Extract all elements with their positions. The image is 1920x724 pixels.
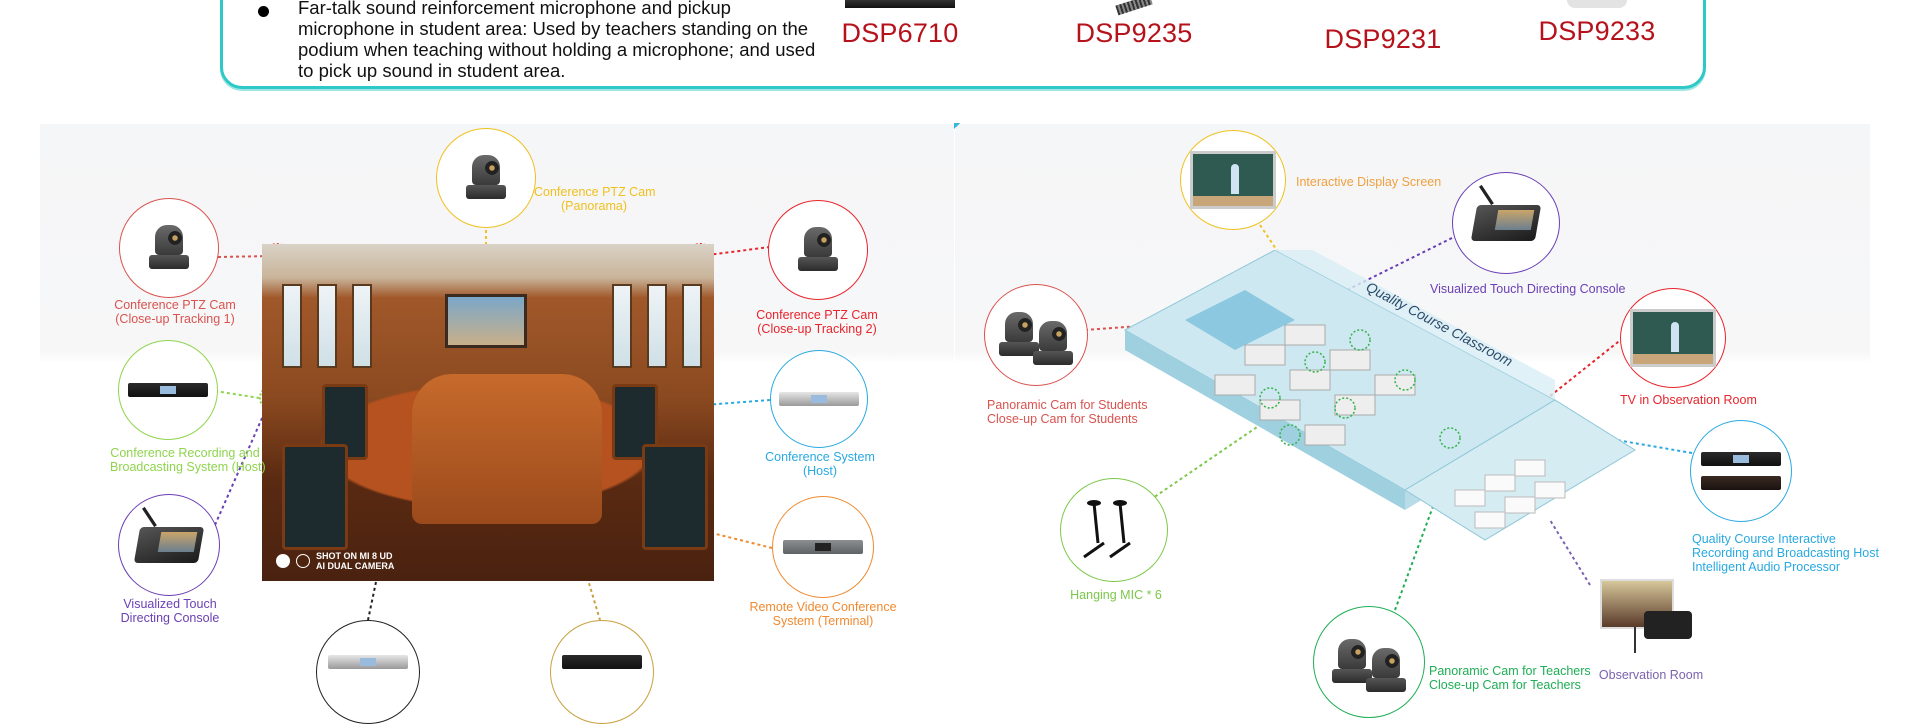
recording-host-label: Conference Recording and Broadcasting Sys… [110, 446, 266, 474]
ptz-cam-tracking1-circle [119, 198, 219, 298]
rack-device-icon [779, 392, 859, 406]
watermark-line1: SHOT ON MI 8 UD [316, 551, 393, 561]
rack-device-icon [328, 655, 408, 669]
wall-display [445, 294, 527, 348]
ptz-camera-icon [798, 227, 838, 273]
product-dsp6710: DSP6710 [815, 0, 985, 49]
ptz-camera-icon [149, 225, 189, 271]
interactive-display-label: Interactive Display Screen [1296, 175, 1442, 189]
remote-video-label: Remote Video Conference System (Terminal) [749, 600, 897, 628]
ptz-camera-icon [466, 155, 506, 201]
product-model: DSP6710 [841, 18, 959, 48]
spec-description: Far-talk sound reinforcement microphone … [298, 0, 816, 81]
ptz-camera-icon [1033, 321, 1073, 367]
observation-room-image [1600, 575, 1696, 655]
rack-device-icon [783, 540, 863, 554]
display-screen-icon [1190, 151, 1276, 209]
recording-host-processor-circle [1690, 420, 1792, 522]
bullet-icon [258, 6, 269, 17]
touch-console-icon [1470, 184, 1542, 241]
touch-console-label: Visualized Touch Directing Console [120, 597, 220, 625]
observation-tv-label: TV in Observation Room [1620, 393, 1757, 407]
rack-device-icon [1701, 476, 1781, 490]
conference-system-label: Conference System (Host) [765, 450, 875, 478]
product-dsp9233: DSP9233 [1512, 0, 1682, 47]
rack-device-icon [1701, 452, 1781, 466]
observation-room-label: Observation Room [1598, 668, 1704, 682]
window [352, 284, 372, 368]
window [647, 284, 667, 368]
ptz-cam-tracking2-label: Conference PTZ Cam (Close-up Tracking 2) [756, 308, 878, 336]
classroom-console-label: Visualized Touch Directing Console [1430, 282, 1626, 296]
watermark-line2: AI DUAL CAMERA [316, 561, 395, 571]
chair [282, 444, 348, 550]
camera-watermark: SHOT ON MI 8 UD AI DUAL CAMERA [276, 551, 394, 571]
observation-tv-circle [1620, 288, 1726, 388]
power-amplifier-circle [550, 620, 654, 724]
chair [642, 444, 708, 550]
product-image [845, 0, 955, 8]
hanging-mic-circle [1060, 478, 1168, 582]
conference-table [412, 374, 602, 524]
recording-host-circle [118, 340, 218, 440]
rack-device-icon [128, 383, 208, 397]
conference-system-circle [770, 350, 868, 448]
product-image [1115, 0, 1153, 16]
classroom-console-circle [1452, 172, 1560, 274]
touch-console-circle [118, 494, 220, 596]
teacher-cams-label: Panoramic Cam for Teachers Close-up Cam f… [1429, 664, 1591, 692]
tripod [1634, 627, 1636, 653]
window [612, 284, 632, 368]
ptz-cam-panorama-label: Conference PTZ Cam (Panorama) [534, 185, 656, 213]
conference-room-photo: SHOT ON MI 8 UD AI DUAL CAMERA [262, 244, 714, 581]
ptz-camera-icon [1366, 648, 1406, 694]
audio-processor-circle [316, 620, 420, 724]
ptz-cam-tracking2-circle [768, 200, 868, 300]
student-cams-label: Panoramic Cam for Students Close-up Cam f… [987, 398, 1148, 426]
product-model: DSP9235 [1075, 18, 1193, 48]
watermark-dot-icon [276, 554, 290, 568]
window [282, 284, 302, 368]
classroom-isometric: Quality Course Classroom [1123, 250, 1636, 541]
window [317, 284, 337, 368]
teacher-cams-circle [1313, 606, 1425, 718]
remote-video-circle [772, 496, 874, 598]
hanging-mic-icon [1083, 500, 1131, 559]
rack-device-icon [562, 655, 642, 669]
touch-console-icon [133, 506, 205, 563]
ptz-cam-panorama-circle [436, 128, 536, 228]
product-model: DSP9231 [1324, 24, 1442, 54]
tv-icon [1630, 309, 1716, 367]
product-image [1567, 0, 1627, 8]
phone-icon [1644, 611, 1692, 639]
ptz-cam-tracking1-label: Conference PTZ Cam (Close-up Tracking 1) [114, 298, 236, 326]
panel-corner-mark [954, 123, 960, 129]
product-dsp9235: DSP9235 [1049, 0, 1219, 49]
window [682, 284, 702, 368]
product-dsp9231: DSP9231 [1298, 0, 1468, 55]
watermark-ring-icon [296, 554, 310, 568]
product-model: DSP9233 [1538, 16, 1656, 46]
hanging-mic-label: Hanging MIC * 6 [1070, 588, 1162, 602]
interactive-display-circle [1180, 130, 1286, 230]
recording-host-processor-label: Quality Course Interactive Recording and … [1692, 532, 1879, 574]
student-cams-circle [984, 284, 1088, 386]
